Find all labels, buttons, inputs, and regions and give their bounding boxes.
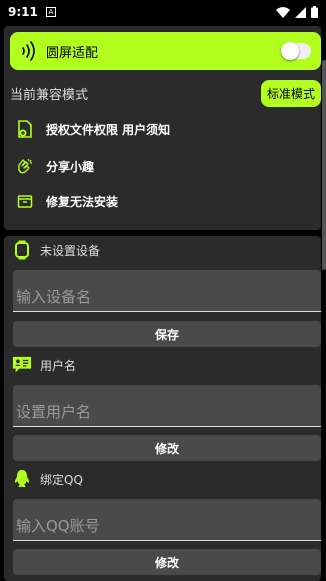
modify-qq-button[interactable]: 修改 bbox=[13, 549, 321, 575]
qq-section-title: 绑定QQ bbox=[40, 472, 83, 487]
notification-icon: A bbox=[45, 7, 56, 17]
compat-mode-row: 当前兼容模式 标准模式 bbox=[10, 78, 321, 108]
watch-icon bbox=[12, 240, 32, 260]
menu-item-share[interactable]: 分享小趣 bbox=[16, 152, 94, 180]
qq-section-header: 绑定QQ bbox=[12, 469, 83, 489]
standard-mode-button[interactable]: 标准模式 bbox=[260, 79, 321, 107]
username-input[interactable] bbox=[13, 385, 321, 426]
menu-item-fix-install[interactable]: 修复无法安装 bbox=[16, 187, 118, 215]
signal-icon bbox=[295, 6, 306, 18]
status-icons bbox=[276, 6, 318, 18]
qq-account-input[interactable] bbox=[13, 499, 321, 540]
round-screen-label: 圆屏适配 bbox=[46, 45, 99, 61]
status-time: 9:11 bbox=[8, 5, 38, 19]
wifi-icon bbox=[276, 6, 290, 18]
nfc-waves-icon bbox=[22, 41, 35, 61]
round-screen-row[interactable]: 圆屏适配 bbox=[10, 32, 321, 70]
chat-user-icon bbox=[12, 355, 32, 375]
compat-mode-label: 当前兼容模式 bbox=[10, 87, 89, 103]
menu-item-file-permission[interactable]: 授权文件权限 用户须知 bbox=[16, 115, 170, 143]
device-section-title: 未设置设备 bbox=[40, 243, 101, 258]
modify-username-button[interactable]: 修改 bbox=[13, 435, 321, 461]
device-section-header: 未设置设备 bbox=[12, 240, 100, 260]
battery-icon bbox=[311, 6, 318, 18]
qq-penguin-icon bbox=[12, 469, 32, 489]
save-device-button[interactable]: 保存 bbox=[13, 321, 321, 347]
toggle-knob bbox=[281, 42, 299, 60]
status-bar: 9:11 A bbox=[0, 0, 326, 24]
account-card: 未设置设备 保存 用户名 修改 绑定QQ 修改 bbox=[4, 236, 321, 581]
scrollbar[interactable] bbox=[322, 60, 326, 270]
hands-icon bbox=[16, 157, 34, 175]
menu-label-file-permission: 授权文件权限 用户须知 bbox=[46, 122, 171, 137]
menu-label-fix-install: 修复无法安装 bbox=[46, 194, 119, 209]
username-field[interactable] bbox=[13, 385, 321, 427]
settings-card: 圆屏适配 当前兼容模式 标准模式 授权文件权限 用户须知 分享小趣 修复无法安装 bbox=[4, 26, 321, 230]
username-section-title: 用户名 bbox=[40, 358, 77, 373]
device-name-input[interactable] bbox=[13, 270, 321, 311]
username-section-header: 用户名 bbox=[12, 355, 76, 375]
round-screen-toggle[interactable] bbox=[281, 42, 311, 60]
archive-icon bbox=[16, 192, 34, 210]
file-plus-icon bbox=[16, 120, 34, 138]
qq-account-field[interactable] bbox=[13, 499, 321, 541]
menu-label-share: 分享小趣 bbox=[46, 159, 95, 174]
device-name-field[interactable] bbox=[13, 270, 321, 312]
